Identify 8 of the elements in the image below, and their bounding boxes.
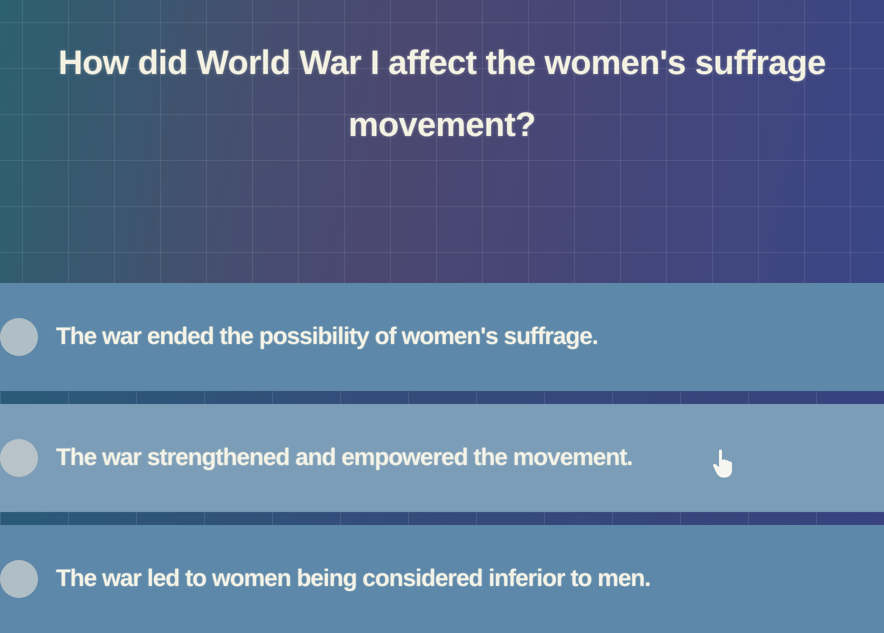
question-text: How did World War I affect the women's suffrage movement? [57, 43, 827, 146]
radio-button-icon[interactable] [0, 560, 38, 598]
answer-option[interactable]: The war strengthened and empowered the movement. [0, 404, 884, 512]
radio-button-icon[interactable] [0, 318, 38, 356]
radio-button-icon[interactable] [0, 439, 38, 477]
pointer-hand-icon [712, 448, 734, 478]
answer-option[interactable]: The war led to women being considered inferior to men. [0, 525, 884, 633]
answer-option[interactable]: The war ended the possibility of women's suffrage. [0, 283, 884, 391]
